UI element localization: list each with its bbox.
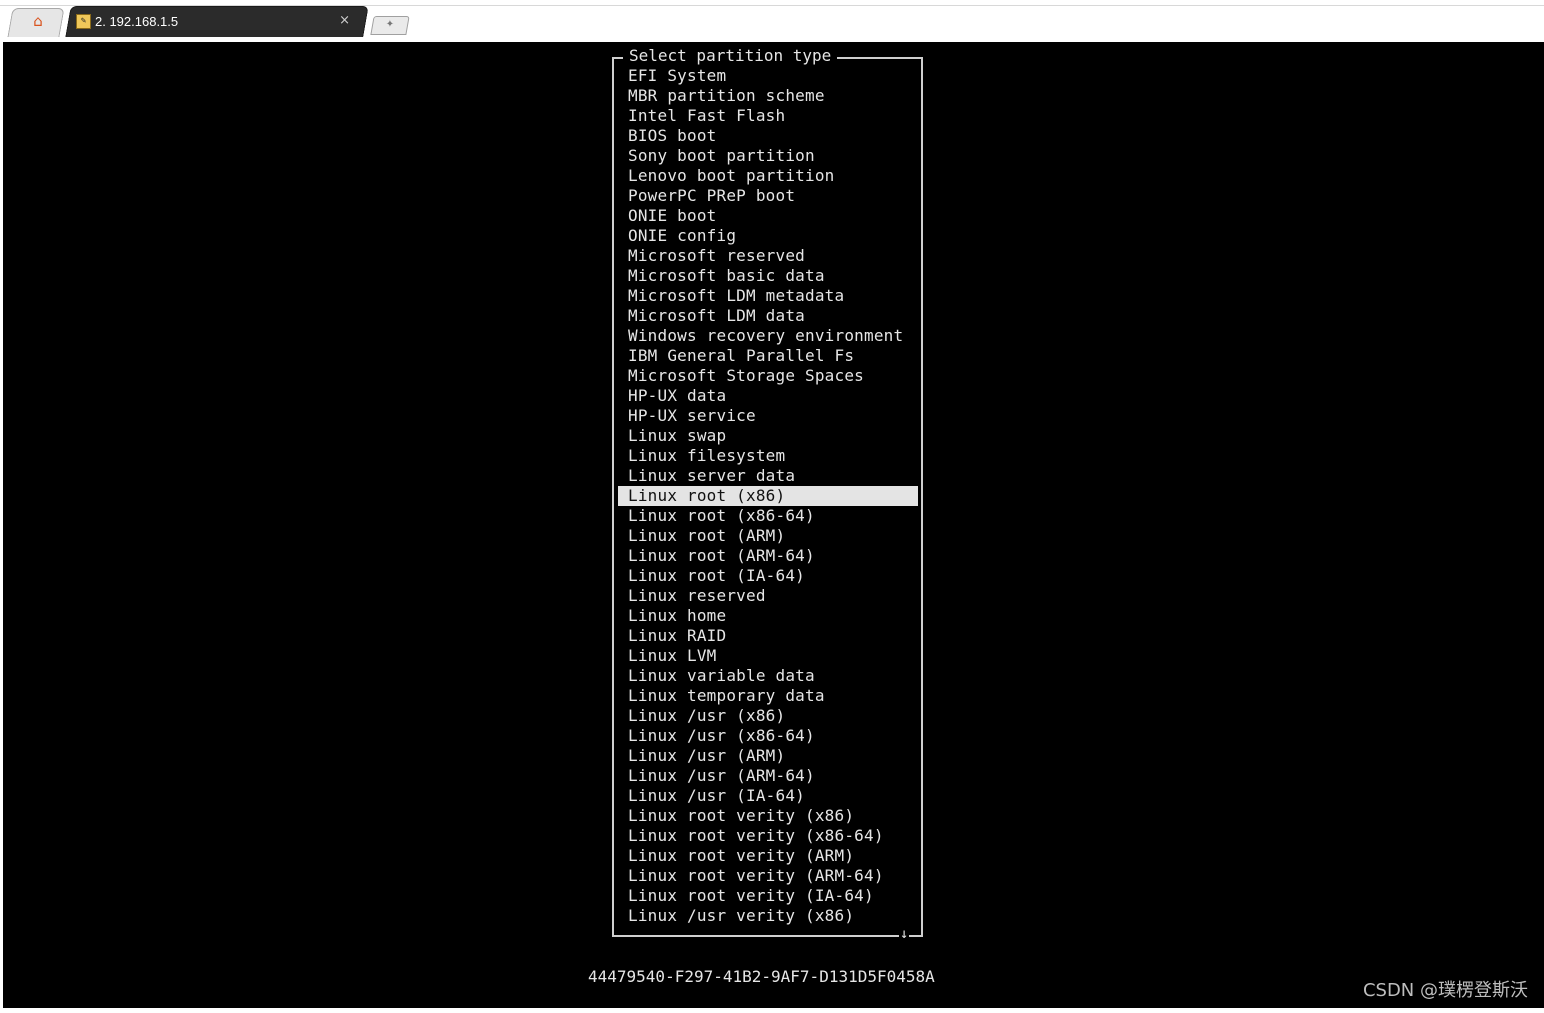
partition-type-list[interactable]: EFI System MBR partition scheme Intel Fast… [618,66,918,926]
session-tab-content[interactable]: ✎ 2. 192.168.1.5 × [76,11,360,31]
menu-item[interactable]: Linux variable data [618,666,918,686]
menu-item[interactable]: HP-UX service [618,406,918,426]
menu-item[interactable]: Linux home [618,606,918,626]
partition-type-uuid: 44479540-F297-41B2-9AF7-D131D5F0458A [588,967,935,986]
menu-item[interactable]: MBR partition scheme [618,86,918,106]
close-icon[interactable]: × [339,11,350,31]
menu-item[interactable]: ONIE boot [618,206,918,226]
menu-item[interactable]: HP-UX data [618,386,918,406]
menu-item[interactable]: Linux root (ARM-64) [618,546,918,566]
menu-item[interactable]: Linux reserved [618,586,918,606]
menu-item[interactable]: Linux root verity (x86) [618,806,918,826]
menu-item[interactable]: Linux /usr (ARM) [618,746,918,766]
menu-item[interactable]: Linux root verity (ARM) [618,846,918,866]
menu-item[interactable]: Microsoft LDM data [618,306,918,326]
menu-item[interactable]: Linux RAID [618,626,918,646]
menu-title: Select partition type [623,46,838,66]
menu-item[interactable]: Linux root (x86-64) [618,506,918,526]
menu-item[interactable]: Linux temporary data [618,686,918,706]
menu-item[interactable]: Linux root verity (IA-64) [618,886,918,906]
terminal-screen[interactable]: Select partition type EFI System MBR part… [3,42,1544,1008]
menu-item[interactable]: Microsoft Storage Spaces [618,366,918,386]
menu-item[interactable]: BIOS boot [618,126,918,146]
menu-item[interactable]: Linux /usr (x86-64) [618,726,918,746]
menu-item[interactable]: EFI System [618,66,918,86]
menu-item[interactable]: Microsoft LDM metadata [618,286,918,306]
menu-item[interactable]: Intel Fast Flash [618,106,918,126]
menu-item[interactable]: Windows recovery environment [618,326,918,346]
menu-item[interactable]: Linux root (IA-64) [618,566,918,586]
menu-item[interactable]: Linux /usr verity (x86) [618,906,918,926]
menu-item[interactable]: Microsoft reserved [618,246,918,266]
menu-item[interactable]: Linux LVM [618,646,918,666]
menu-item[interactable]: Linux root verity (ARM-64) [618,866,918,886]
menu-item[interactable]: Linux /usr (IA-64) [618,786,918,806]
terminal-tab-icon: ✎ [76,13,91,29]
menu-item[interactable]: IBM General Parallel Fs [618,346,918,366]
menu-item[interactable]: PowerPC PReP boot [618,186,918,206]
menu-item[interactable]: Microsoft basic data [618,266,918,286]
menu-item[interactable]: Linux server data [618,466,918,486]
menu-item[interactable]: Linux root (ARM) [618,526,918,546]
new-tab-icon[interactable]: ✦ [372,16,408,34]
menu-item[interactable]: Sony boot partition [618,146,918,166]
menu-item[interactable]: Linux filesystem [618,446,918,466]
menu-item[interactable]: Linux root verity (x86-64) [618,826,918,846]
session-tab-title: 2. 192.168.1.5 [95,13,179,29]
menu-item-selected[interactable]: Linux root (x86) [618,486,918,506]
home-icon[interactable]: ⌂ [28,11,48,31]
menu-item[interactable]: Linux /usr (x86) [618,706,918,726]
menu-item[interactable]: ONIE config [618,226,918,246]
menu-item[interactable]: Linux swap [618,426,918,446]
watermark: CSDN @璞楞登斯沃 [1362,980,1528,1001]
scroll-down-indicator: ↓ [899,926,910,942]
menu-item[interactable]: Lenovo boot partition [618,166,918,186]
menu-item[interactable]: Linux /usr (ARM-64) [618,766,918,786]
